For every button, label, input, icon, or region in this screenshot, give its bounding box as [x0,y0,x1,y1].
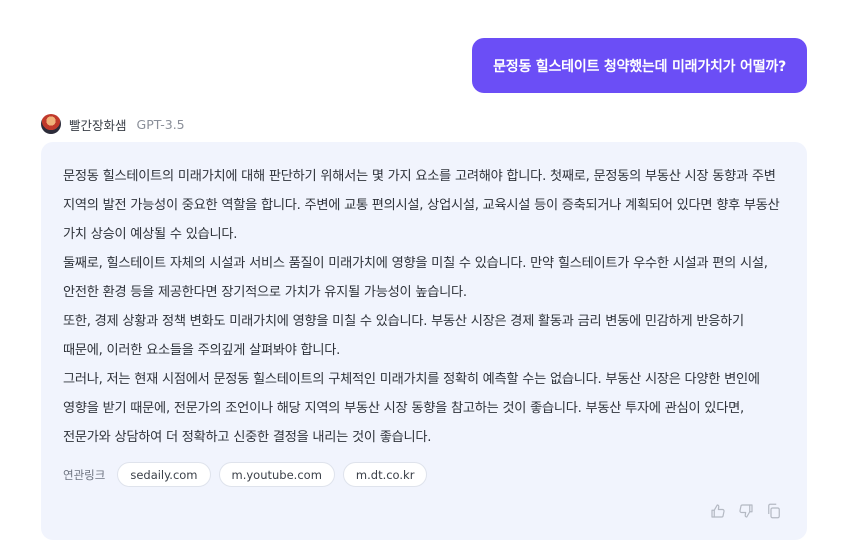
user-message-text: 문정동 힐스테이트 청약했는데 미래가치가 어떨까? [493,58,786,75]
copy-icon[interactable] [765,502,783,520]
related-link-chip[interactable]: m.youtube.com [218,462,335,487]
bot-header: 빨간장화샘 GPT-3.5 [41,114,185,134]
related-link-chip[interactable]: m.dt.co.kr [342,462,428,487]
thumbs-down-icon[interactable] [737,502,755,520]
answer-paragraph: 문정동 힐스테이트의 미래가치에 대해 판단하기 위해서는 몇 가지 요소를 고… [63,169,780,242]
related-links-label: 연관링크 [63,467,106,482]
user-message-bubble: 문정동 힐스테이트 청약했는데 미래가치가 어떨까? [472,38,807,93]
answer-card: 문정동 힐스테이트의 미래가치에 대해 판단하기 위해서는 몇 가지 요소를 고… [41,142,807,540]
bot-model-label: GPT-3.5 [136,116,185,132]
related-link-chip[interactable]: sedaily.com [117,462,211,487]
answer-paragraph: 또한, 경제 상황과 정책 변화도 미래가치에 영향을 미칠 수 있습니다. 부… [63,314,744,358]
related-links: 연관링크 sedaily.com m.youtube.com m.dt.co.k… [63,462,428,487]
answer-text: 문정동 힐스테이트의 미래가치에 대해 판단하기 위해서는 몇 가지 요소를 고… [63,162,785,452]
avatar [41,114,61,134]
answer-paragraph: 둘째로, 힐스테이트 자체의 시설과 서비스 품질이 미래가치에 영향을 미칠 … [63,256,768,300]
answer-actions [709,502,783,520]
answer-paragraph: 그러나, 저는 현재 시점에서 문정동 힐스테이트의 구체적인 미래가치를 정확… [63,372,760,445]
bot-name: 빨간장화샘 [69,117,127,133]
thumbs-up-icon[interactable] [709,502,727,520]
